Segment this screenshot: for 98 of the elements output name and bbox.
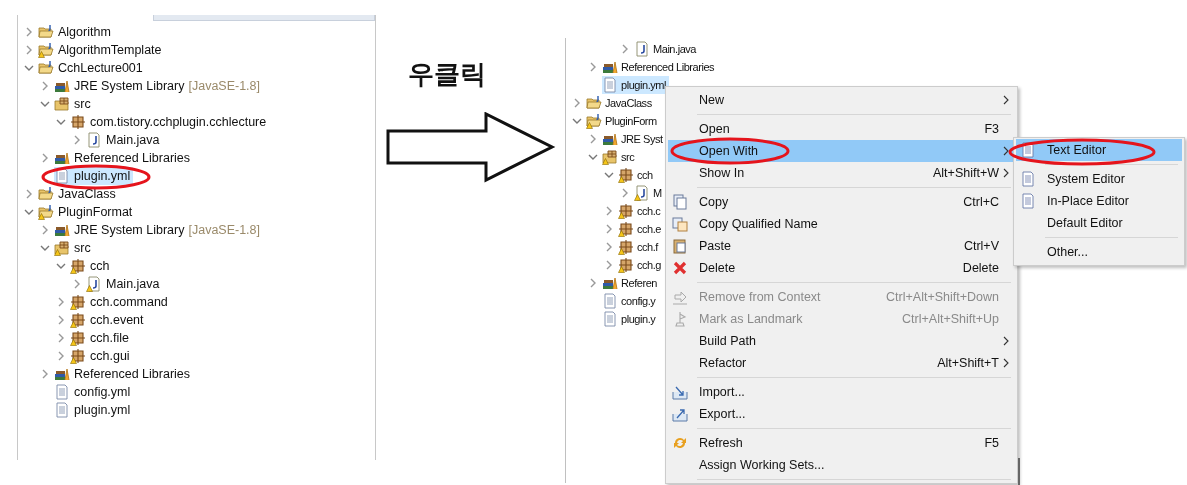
- chevron-right-icon[interactable]: [24, 45, 34, 55]
- chevron-down-icon[interactable]: [40, 99, 50, 109]
- tree-item[interactable]: JavaClass: [586, 94, 655, 112]
- chevron-right-icon[interactable]: [24, 189, 34, 199]
- chevron-right-icon[interactable]: [620, 44, 630, 54]
- tree-item[interactable]: com.tistory.cchplugin.cchlecture: [70, 113, 270, 131]
- tree-item[interactable]: cch.c: [618, 202, 664, 220]
- menu-item[interactable]: Refactor Alt+Shift+T: [668, 352, 1015, 374]
- tree-item[interactable]: src: [602, 148, 638, 166]
- chevron-down-icon[interactable]: [604, 170, 614, 180]
- chevron-right-icon[interactable]: [572, 98, 582, 108]
- chevron-right-icon[interactable]: [40, 369, 50, 379]
- menu-item[interactable]: Delete Delete: [668, 257, 1015, 279]
- chevron-down-icon[interactable]: [56, 261, 66, 271]
- chevron-down-icon[interactable]: [24, 207, 34, 217]
- right-arrow-icon: [386, 112, 556, 184]
- chevron-right-icon[interactable]: [604, 206, 614, 216]
- document-icon: [1020, 171, 1036, 187]
- tree-item[interactable]: JavaClass: [38, 185, 119, 203]
- tree-item[interactable]: Referenced Libraries: [54, 149, 194, 167]
- tree-item[interactable]: src: [54, 239, 94, 257]
- chevron-right-icon[interactable]: [72, 135, 82, 145]
- menu-item[interactable]: Export...: [668, 403, 1015, 425]
- chevron-down-icon[interactable]: [40, 243, 50, 253]
- menu-item[interactable]: Refresh F5: [668, 432, 1015, 454]
- menu-item[interactable]: Other...: [1016, 241, 1182, 263]
- chevron-right-icon[interactable]: [56, 333, 66, 343]
- tree-item[interactable]: cch.file: [70, 329, 132, 347]
- paste-icon: [672, 238, 688, 254]
- chevron-right-icon[interactable]: [40, 225, 50, 235]
- tree-item[interactable]: JRE System Library [JavaSE-1.8]: [54, 221, 264, 239]
- chevron-right-icon[interactable]: [604, 242, 614, 252]
- menu-item[interactable]: New: [668, 89, 1015, 111]
- chevron-right-icon[interactable]: [40, 81, 50, 91]
- chevron-right-icon[interactable]: [72, 279, 82, 289]
- landmark-icon: [672, 311, 688, 327]
- menu-item[interactable]: In-Place Editor: [1016, 190, 1182, 212]
- copy-name-icon: [672, 216, 688, 232]
- menu-item[interactable]: Assign Working Sets...: [668, 454, 1015, 476]
- chevron-down-icon[interactable]: [588, 152, 598, 162]
- chevron-down-icon[interactable]: [24, 63, 34, 73]
- menu-item[interactable]: Default Editor: [1016, 212, 1182, 234]
- tree-item[interactable]: Algorithm: [38, 23, 114, 41]
- tree-item[interactable]: cch.command: [70, 293, 171, 311]
- refresh-icon: [672, 435, 688, 451]
- tree-item[interactable]: plugin.y: [602, 310, 659, 328]
- chevron-right-icon[interactable]: [588, 278, 598, 288]
- tree-item[interactable]: Main.java: [86, 275, 163, 293]
- export-icon: [672, 406, 688, 422]
- chevron-right-icon[interactable]: [620, 188, 630, 198]
- menu-item[interactable]: Open F3: [668, 118, 1015, 140]
- tree-item[interactable]: cch.g: [618, 256, 665, 274]
- tree-item[interactable]: cch.e: [618, 220, 665, 238]
- tree-item[interactable]: PluginFormat: [38, 203, 136, 221]
- chevron-right-icon[interactable]: [588, 134, 598, 144]
- tree-item[interactable]: plugin.yml: [54, 401, 134, 419]
- tree-item[interactable]: config.y: [602, 292, 659, 310]
- import-icon: [672, 384, 688, 400]
- chevron-down-icon[interactable]: [572, 116, 582, 126]
- menu-item[interactable]: Import...: [668, 381, 1015, 403]
- tree-item[interactable]: CchLecture001: [38, 59, 146, 77]
- chevron-down-icon[interactable]: [56, 117, 66, 127]
- menu-item[interactable]: System Editor: [1016, 168, 1182, 190]
- document-icon: [1020, 142, 1036, 158]
- remove-icon: [672, 289, 688, 305]
- copy-icon: [672, 194, 688, 210]
- chevron-right-icon[interactable]: [24, 27, 34, 37]
- menu-item[interactable]: Open With: [668, 140, 1015, 162]
- menu-item[interactable]: Build Path: [668, 330, 1015, 352]
- tree-item[interactable]: Main.java: [634, 40, 700, 58]
- menu-item[interactable]: Copy Qualified Name: [668, 213, 1015, 235]
- tree-item[interactable]: JRE Syst: [602, 130, 666, 148]
- chevron-right-icon[interactable]: [604, 260, 614, 270]
- tree-item[interactable]: Main.java: [86, 131, 163, 149]
- tree-item[interactable]: JRE System Library [JavaSE-1.8]: [54, 77, 264, 95]
- tree-item[interactable]: PluginForm: [586, 112, 660, 130]
- tree-item[interactable]: src: [54, 95, 94, 113]
- tree-item[interactable]: Referen: [602, 274, 660, 292]
- tree-item[interactable]: cch: [618, 166, 656, 184]
- tree-item[interactable]: cch: [70, 257, 113, 275]
- tree-item[interactable]: cch.gui: [70, 347, 133, 365]
- chevron-right-icon[interactable]: [588, 62, 598, 72]
- chevron-right-icon[interactable]: [56, 351, 66, 361]
- tree-item[interactable]: plugin.yml: [602, 76, 670, 94]
- chevron-right-icon[interactable]: [604, 224, 614, 234]
- tree-item[interactable]: cch.event: [70, 311, 147, 329]
- delete-icon: [672, 260, 688, 276]
- tree-item[interactable]: cch.f: [618, 238, 661, 256]
- tree-item[interactable]: M: [634, 184, 665, 202]
- chevron-right-icon[interactable]: [56, 315, 66, 325]
- chevron-right-icon[interactable]: [56, 297, 66, 307]
- chevron-right-icon[interactable]: [40, 153, 50, 163]
- document-icon: [1020, 193, 1036, 209]
- tree-item[interactable]: Referenced Libraries: [602, 58, 718, 76]
- tree-item[interactable]: Referenced Libraries: [54, 365, 194, 383]
- tree-item[interactable]: config.yml: [54, 383, 134, 401]
- caption: 우클릭: [408, 58, 486, 91]
- tree-item[interactable]: AlgorithmTemplate: [38, 41, 165, 59]
